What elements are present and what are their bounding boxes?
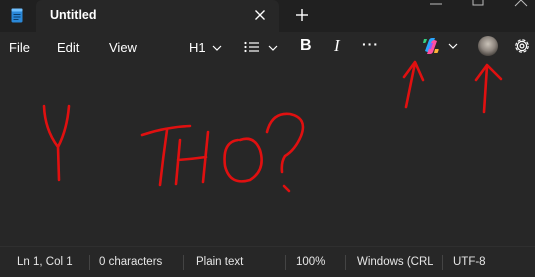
status-divider [285,255,286,270]
minimize-icon[interactable] [426,0,446,8]
status-divider [89,255,90,270]
heading-dropdown[interactable]: H1 [189,40,206,55]
chevron-down-icon[interactable] [448,43,458,49]
gear-icon[interactable] [512,36,532,56]
menu-view[interactable]: View [109,40,137,55]
line-ending[interactable]: Windows (CRL [357,256,433,268]
bold-button[interactable]: B [300,37,312,55]
status-divider [183,255,184,270]
maximize-icon[interactable] [468,0,488,8]
notepad-window: Untitled File Edit View H1 B I ··· Ln 1,… [0,0,535,277]
menu-bar: File Edit View H1 B I ··· [0,32,535,62]
notepad-icon [11,8,23,23]
tab-untitled[interactable]: Untitled [36,0,279,32]
copilot-icon[interactable] [421,36,441,56]
window-close-icon[interactable] [511,0,531,8]
title-bar: Untitled [0,0,535,32]
plus-icon[interactable] [294,7,310,23]
status-divider [442,255,443,270]
status-divider [345,255,346,270]
italic-button[interactable]: I [334,36,340,56]
text-editor[interactable] [0,62,535,245]
zoom-level[interactable]: 100% [296,256,325,268]
close-icon[interactable] [254,9,266,21]
status-bar: Ln 1, Col 1 0 characters Plain text 100%… [0,246,535,277]
avatar[interactable] [478,36,498,56]
menu-file[interactable]: File [9,40,30,55]
character-count: 0 characters [99,256,163,268]
cursor-position: Ln 1, Col 1 [17,256,73,268]
format-mode[interactable]: Plain text [196,256,243,268]
list-icon[interactable] [243,37,261,57]
more-options-button[interactable]: ··· [362,36,379,52]
tab-title: Untitled [50,8,97,22]
menu-edit[interactable]: Edit [57,40,79,55]
chevron-down-icon[interactable] [212,45,222,51]
encoding[interactable]: UTF-8 [453,256,486,268]
chevron-down-icon[interactable] [268,45,278,51]
